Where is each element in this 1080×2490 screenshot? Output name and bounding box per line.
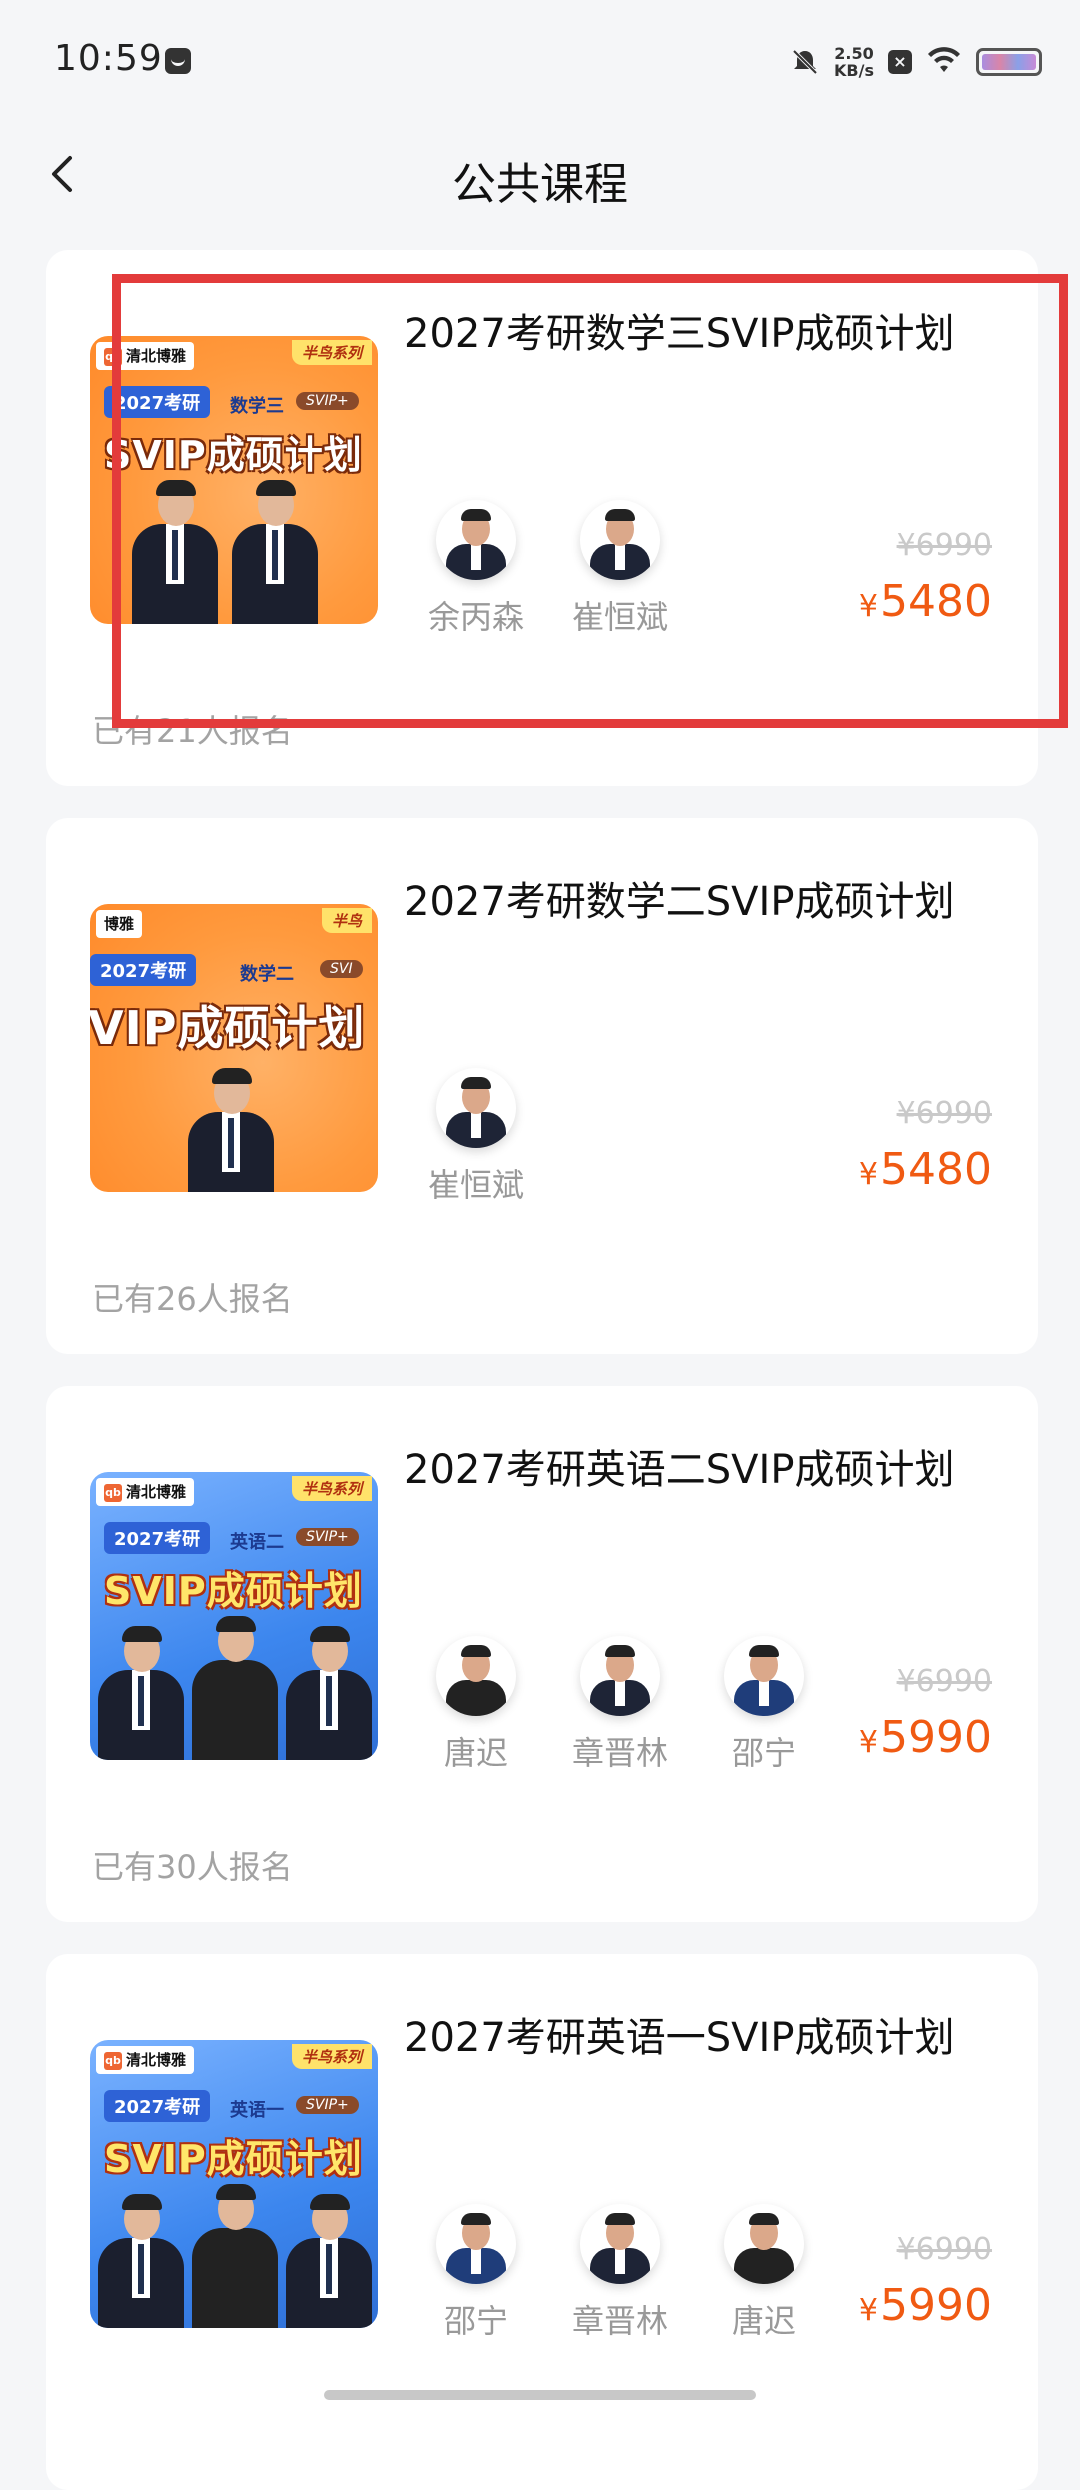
teacher-photo xyxy=(96,1626,186,1760)
teacher-item: 邵宁 xyxy=(692,1636,836,1774)
page-title: 公共课程 xyxy=(452,159,628,210)
teacher-name: 邵宁 xyxy=(731,1734,796,1772)
battery-icon xyxy=(976,48,1042,76)
cover-headline: VIP成硕计划 xyxy=(90,1001,366,1055)
teacher-photo xyxy=(284,1626,374,1760)
teacher-avatar xyxy=(580,2204,660,2284)
teacher-name: 邵宁 xyxy=(443,2302,508,2340)
subject-tag: 数学二 xyxy=(240,964,294,985)
teacher-avatar xyxy=(436,2204,516,2284)
series-tag: 半鸟 xyxy=(321,908,372,933)
original-price: ¥6990 xyxy=(896,2232,992,2267)
subject-tag: 英语二 xyxy=(230,1532,284,1553)
course-card[interactable]: qb 清北博雅 半鸟系列 2027考研 英语一 SVIP+ SVIP成硕计划 20… xyxy=(46,1954,1038,2490)
teacher-name: 唐迟 xyxy=(731,2302,796,2340)
course-cover-image: qb 清北博雅 半鸟系列 2027考研 英语二 SVIP+ SVIP成硕计划 xyxy=(90,1472,378,1760)
enrollment-count: 已有26人报名 xyxy=(92,1280,293,1318)
course-cover-image: 博雅 半鸟 2027考研 数学二 SVI VIP成硕计划 xyxy=(90,904,378,1192)
status-icons: 2.50 KB/s × xyxy=(790,40,1042,84)
course-title: 2027考研英语一SVIP成硕计划 xyxy=(404,2015,955,2061)
brand-logo: 博雅 xyxy=(96,910,143,938)
teacher-photo xyxy=(284,2194,374,2328)
year-tag: 2027考研 xyxy=(104,1522,211,1554)
price-currency: ¥ xyxy=(858,1725,879,1760)
teacher-photo xyxy=(190,2184,280,2328)
teacher-avatar xyxy=(436,1068,516,1148)
current-price: ¥5990 xyxy=(859,2280,992,2331)
teacher-avatar xyxy=(724,2204,804,2284)
svip-tag: SVIP+ xyxy=(296,2096,359,2114)
teacher-item: 唐迟 xyxy=(692,2204,836,2342)
teacher-item: 崔恒斌 xyxy=(404,1068,548,1206)
cover-headline: SVIP成硕计划 xyxy=(104,2137,363,2181)
svip-tag: SVI xyxy=(320,960,363,978)
teacher-photo xyxy=(96,2194,186,2328)
network-speed: 2.50 KB/s xyxy=(834,45,874,79)
price-currency: ¥ xyxy=(858,2293,879,2328)
price-value: 5990 xyxy=(880,1712,992,1763)
status-bar: 10:59 2.50 KB/s × xyxy=(0,0,1080,120)
price-value: 5480 xyxy=(880,1144,992,1195)
no-sim-icon: × xyxy=(888,50,912,74)
teacher-list: 崔恒斌 xyxy=(404,1068,548,1206)
teacher-avatar xyxy=(436,1636,516,1716)
year-tag: 2027考研 xyxy=(90,954,197,986)
status-time: 10:59 xyxy=(54,38,163,79)
network-speed-unit: KB/s xyxy=(834,61,874,80)
teacher-item: 章晋林 xyxy=(548,2204,692,2342)
course-title: 2027考研英语二SVIP成硕计划 xyxy=(404,1447,955,1493)
subject-tag: 英语一 xyxy=(230,2100,284,2121)
home-indicator[interactable] xyxy=(324,2390,756,2400)
teacher-photo xyxy=(186,1068,276,1192)
message-notification-icon xyxy=(165,48,191,74)
mute-bell-icon xyxy=(790,47,820,77)
navigation-bar: 公共课程 xyxy=(0,120,1080,226)
teacher-name: 崔恒斌 xyxy=(427,1166,524,1204)
year-tag: 2027考研 xyxy=(104,2090,211,2122)
original-price: ¥6990 xyxy=(896,1096,992,1131)
enrollment-count: 已有30人报名 xyxy=(92,1848,293,1886)
series-tag: 半鸟系列 xyxy=(291,1476,372,1501)
teacher-avatar xyxy=(724,1636,804,1716)
teacher-name: 章晋林 xyxy=(571,1734,668,1772)
teacher-item: 邵宁 xyxy=(404,2204,548,2342)
teacher-name: 章晋林 xyxy=(571,2302,668,2340)
teacher-item: 唐迟 xyxy=(404,1636,548,1774)
wifi-icon xyxy=(926,45,962,79)
svip-tag: SVIP+ xyxy=(296,1528,359,1546)
price-value: 5990 xyxy=(880,2280,992,2331)
brand-logo: qb 清北博雅 xyxy=(96,1478,195,1506)
course-card[interactable]: qb 清北博雅 半鸟系列 2027考研 英语二 SVIP+ SVIP成硕计划 20… xyxy=(46,1386,1038,1922)
teacher-photo xyxy=(190,1616,280,1760)
brand-logo: qb 清北博雅 xyxy=(96,2046,195,2074)
series-tag: 半鸟系列 xyxy=(291,2044,372,2069)
price-currency: ¥ xyxy=(858,1157,879,1192)
teacher-name: 唐迟 xyxy=(443,1734,508,1772)
course-card[interactable]: 博雅 半鸟 2027考研 数学二 SVI VIP成硕计划 2027考研数学二SV… xyxy=(46,818,1038,1354)
current-price: ¥5990 xyxy=(859,1712,992,1763)
teacher-avatar xyxy=(580,1636,660,1716)
cover-headline: SVIP成硕计划 xyxy=(104,1569,363,1613)
network-speed-value: 2.50 xyxy=(834,44,874,63)
teacher-list: 邵宁 章晋林 唐迟 xyxy=(404,2204,836,2342)
course-cover-image: qb 清北博雅 半鸟系列 2027考研 英语一 SVIP+ SVIP成硕计划 xyxy=(90,2040,378,2328)
teacher-item: 章晋林 xyxy=(548,1636,692,1774)
original-price: ¥6990 xyxy=(896,1664,992,1699)
course-title: 2027考研数学二SVIP成硕计划 xyxy=(404,879,955,925)
current-price: ¥5480 xyxy=(859,1144,992,1195)
teacher-list: 唐迟 章晋林 邵宁 xyxy=(404,1636,836,1774)
highlight-box xyxy=(112,274,1068,728)
